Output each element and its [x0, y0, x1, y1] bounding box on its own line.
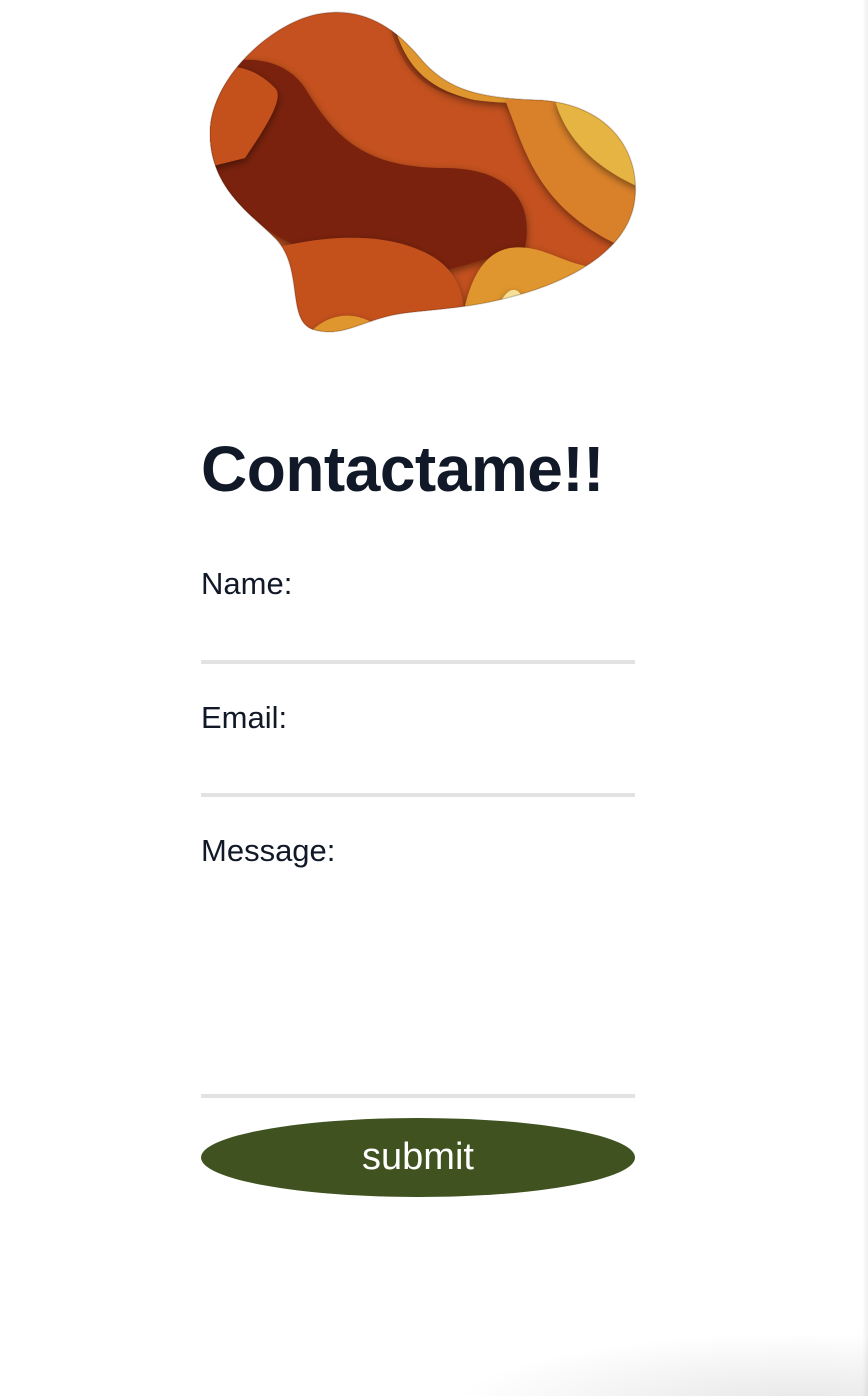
- submit-button[interactable]: submit: [201, 1118, 635, 1197]
- page-title: Contactame!!: [201, 433, 604, 505]
- name-input[interactable]: [201, 618, 635, 664]
- abstract-blob-illustration: [209, 11, 637, 333]
- email-label: Email:: [201, 700, 288, 735]
- email-input[interactable]: [201, 751, 635, 797]
- message-label: Message:: [201, 833, 336, 868]
- message-textarea[interactable]: [201, 880, 635, 1098]
- name-label: Name:: [201, 566, 293, 601]
- window-edge: [862, 0, 868, 1396]
- bottom-shadow: [420, 1326, 868, 1396]
